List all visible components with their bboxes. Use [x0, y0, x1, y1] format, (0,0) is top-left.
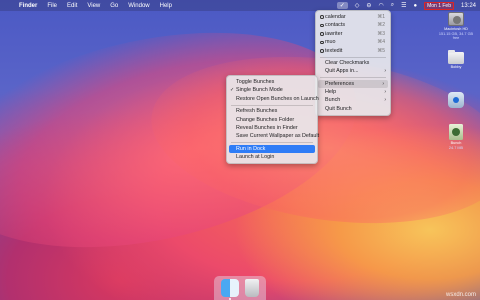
wifi-icon[interactable]: ◠ — [378, 2, 383, 9]
menu-item-quit-apps[interactable]: Quit Apps in... › — [316, 67, 390, 75]
chevron-right-icon: › — [384, 68, 386, 75]
menu-finder[interactable]: Finder — [14, 3, 42, 9]
app-icon — [448, 92, 464, 108]
shortcut-label: ⌘3 — [377, 30, 385, 37]
menu-item-label: Quit Apps in... — [325, 68, 359, 75]
menu-item-label: Single Bunch Mode — [236, 87, 283, 94]
menu-item-label: iawriter — [325, 30, 343, 37]
menu-item-label: Bunch — [325, 97, 341, 104]
menu-item-label: calendar — [325, 14, 346, 20]
shortcut-label: ⌘5 — [377, 47, 385, 54]
desktop-icon-macintosh-hd[interactable]: Macintosh HD 151.15 GB, 34.7 GB free — [436, 12, 476, 41]
desktop-icon-bobby-folder[interactable]: Bobby — [440, 50, 472, 70]
menu-separator — [231, 104, 313, 106]
menu-item-label: muo — [325, 39, 336, 46]
search-icon[interactable]: ⌕ — [391, 2, 394, 9]
menu-item-bunch[interactable]: Bunch › — [316, 96, 390, 104]
menu-item-restore-open-bunches[interactable]: Restore Open Bunches on Launch — [227, 95, 319, 103]
hard-drive-icon — [448, 12, 464, 26]
menu-item-bunch-contacts[interactable]: contacts ⌘2 — [316, 21, 390, 29]
menu-item-bunch-muo[interactable]: muo ⌘4 — [316, 38, 390, 46]
menu-bar-clock[interactable]: 13:24 — [461, 3, 476, 9]
menu-edit[interactable]: Edit — [62, 3, 82, 9]
menu-item-label: textedit — [325, 47, 343, 54]
checkmark-icon: ✓ — [230, 87, 235, 94]
menu-separator — [231, 142, 313, 143]
menu-item-single-bunch-mode[interactable]: ✓ Single Bunch Mode — [227, 86, 317, 94]
bunch-dropdown-menu: calendar ⌘1 contacts ⌘2 iawriter ⌘3 muo … — [315, 10, 391, 117]
shortcut-label: ⌘4 — [377, 39, 385, 46]
shortcut-label: ⌘2 — [377, 22, 385, 29]
menu-item-bunch-iawriter[interactable]: iawriter ⌘3 — [316, 30, 390, 38]
menu-item-run-in-dock[interactable]: Run in Dock — [229, 144, 315, 154]
menu-item-clear-checkmarks[interactable]: Clear Checkmarks — [316, 59, 390, 67]
menu-item-save-wallpaper[interactable]: Save Current Wallpaper as Default — [227, 132, 319, 140]
menu-item-quit-bunch[interactable]: Quit Bunch — [316, 105, 390, 113]
menu-item-change-folder[interactable]: Change Bunches Folder — [227, 116, 317, 124]
watermark: wsxdn.com — [445, 292, 476, 298]
menu-item-label: Help — [325, 89, 337, 96]
circle-icon — [320, 23, 324, 28]
desktop-icon-app[interactable] — [440, 92, 472, 109]
menu-item-preferences[interactable]: Preferences › — [318, 79, 388, 89]
bunch-file-icon — [449, 124, 463, 140]
menu-item-refresh-bunches[interactable]: Refresh Bunches — [227, 107, 317, 115]
chevron-right-icon: › — [382, 80, 384, 87]
menu-item-help[interactable]: Help › — [316, 88, 390, 96]
finder-icon[interactable] — [221, 279, 239, 300]
chevron-right-icon: › — [384, 97, 386, 104]
menu-item-label: Preferences — [325, 80, 355, 87]
desktop-icon-label: Bobby — [450, 65, 462, 69]
circle-icon — [320, 15, 324, 19]
desktop-icon-info: 24.7 MB — [448, 145, 464, 150]
siri-icon[interactable]: ● — [413, 3, 417, 9]
folder-icon — [448, 50, 464, 64]
dock — [214, 276, 266, 300]
menu-item-label: contacts — [325, 22, 346, 29]
menu-go[interactable]: Go — [105, 3, 123, 9]
menu-bar: Finder File Edit View Go Window Help ✓ ◇… — [0, 0, 480, 11]
menu-view[interactable]: View — [82, 3, 105, 9]
menu-file[interactable]: File — [42, 3, 62, 9]
chevron-right-icon: › — [384, 89, 386, 96]
menu-help[interactable]: Help — [155, 3, 177, 9]
date-badge[interactable]: Mon 1 Feb — [424, 1, 454, 10]
circle-icon — [320, 40, 324, 45]
desktop-icon-bunch[interactable]: Bunch 24.7 MB — [438, 124, 474, 150]
circle-icon — [320, 48, 324, 53]
desktop-icon-info: 151.15 GB, 34.7 GB free — [438, 31, 474, 41]
shortcut-label: ⌘1 — [377, 14, 385, 20]
menu-item-reveal-in-finder[interactable]: Reveal Bunches in Finder — [227, 124, 317, 132]
menu-item-toggle-bunches[interactable]: Toggle Bunches — [227, 78, 317, 86]
preferences-submenu: Toggle Bunches ✓ Single Bunch Mode Resto… — [226, 75, 319, 165]
menu-item-bunch-calendar[interactable]: calendar ⌘1 — [316, 13, 390, 21]
bunch-menubar-icon[interactable]: ✓ — [336, 2, 348, 9]
menu-separator — [320, 77, 386, 78]
airplay-icon[interactable]: ◇ — [355, 2, 360, 9]
circle-icon — [320, 32, 324, 36]
trash-icon[interactable] — [245, 279, 259, 297]
menu-separator — [320, 56, 386, 58]
menu-window[interactable]: Window — [123, 3, 154, 9]
menu-item-launch-at-login[interactable]: Launch at Login — [227, 153, 317, 161]
control-center-icon[interactable]: ☰ — [401, 2, 406, 9]
extension-icon[interactable]: ⊖ — [366, 2, 371, 9]
menu-item-bunch-textedit[interactable]: textedit ⌘5 — [316, 47, 390, 55]
